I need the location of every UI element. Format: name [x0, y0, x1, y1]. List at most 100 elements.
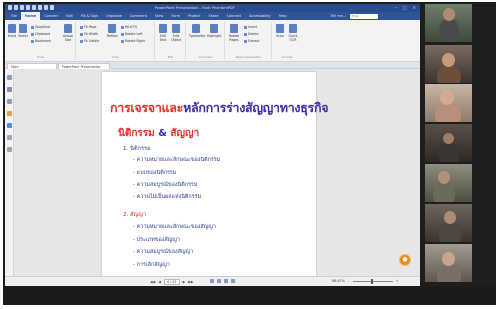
ribbon-group-page-organization: Rotate Pages Insert Delete Extract Page … — [226, 22, 272, 60]
zoom-select[interactable]: 66.67% — [121, 25, 137, 29]
fit-visible-icon — [80, 39, 83, 43]
bookmark-icon[interactable] — [7, 87, 12, 92]
navigation-panel — [5, 69, 14, 286]
tab-form[interactable]: Form — [167, 12, 184, 20]
undo-icon[interactable] — [32, 5, 36, 10]
tab-edit[interactable]: Edit — [62, 12, 77, 20]
camera-icon — [31, 25, 34, 29]
bookmark-icon — [31, 39, 34, 43]
zoom-out-icon[interactable]: – — [348, 279, 350, 283]
fit-page-button[interactable]: Fit Page — [80, 25, 96, 29]
next-page-icon[interactable]: ▶ — [183, 280, 186, 284]
page-number-input[interactable]: 4 / 41 — [163, 279, 180, 285]
rotate-right-button[interactable]: Rotate Right — [121, 39, 145, 43]
attachment-icon[interactable] — [7, 135, 12, 140]
zoom-slider-handle[interactable] — [370, 278, 373, 284]
close-icon[interactable]: × — [413, 5, 416, 10]
window-controls: – □ × — [395, 5, 416, 10]
tab-share[interactable]: Share — [204, 12, 222, 20]
print-icon[interactable] — [26, 5, 30, 10]
ribbon-toolbar: Hand Select SnapShot Clipboard Bookmark … — [5, 20, 420, 62]
last-page-icon[interactable]: ▶▶ — [188, 280, 193, 284]
fit-width-button[interactable]: Fit Width — [80, 32, 98, 36]
select-icon[interactable] — [50, 5, 54, 10]
rotate-left-icon — [121, 32, 124, 36]
tab-help[interactable]: Help — [275, 12, 291, 20]
tab-file[interactable]: File — [7, 12, 21, 20]
signature-icon[interactable] — [7, 147, 12, 152]
edit-text-button[interactable]: Edit Text — [158, 24, 168, 42]
edit-object-button[interactable]: Edit Object — [171, 24, 181, 42]
tab-accessibility[interactable]: Accessibility — [245, 12, 275, 20]
clipboard-button[interactable]: Clipboard — [31, 32, 50, 36]
extract-icon — [244, 39, 247, 43]
tab-comment[interactable]: Comment — [126, 12, 151, 20]
slide-title: การเจรจาและหลักการร่างสัญญาทางธุรกิจ — [110, 98, 329, 118]
tab-protect[interactable]: Protect — [184, 12, 204, 20]
bullet-item: - ประเภทของสัญญา — [133, 237, 180, 243]
group-label-convert: Convert — [281, 55, 293, 59]
tab-organize[interactable]: Organize — [102, 12, 126, 20]
single-page-icon[interactable] — [210, 279, 214, 283]
insert-button[interactable]: Insert — [244, 25, 257, 29]
continuous-facing-icon[interactable] — [231, 279, 235, 283]
extract-button[interactable]: Extract — [244, 39, 259, 43]
slide-title-part1: การเจรจาและ — [110, 100, 184, 115]
participant-tile[interactable] — [425, 84, 472, 122]
maximize-icon[interactable]: □ — [403, 5, 407, 10]
tab-view[interactable]: View — [151, 12, 167, 20]
participant-tile[interactable] — [425, 204, 472, 242]
continuous-icon[interactable] — [217, 279, 221, 283]
rotate-pages-button[interactable]: Rotate Pages — [228, 24, 240, 42]
redo-icon[interactable] — [38, 5, 42, 10]
edit-object-icon — [172, 24, 180, 33]
prev-page-icon[interactable]: ◀ — [158, 280, 161, 284]
zoom-in-icon[interactable]: + — [396, 279, 399, 283]
pages-icon[interactable] — [7, 99, 12, 104]
comment-icon[interactable] — [7, 111, 12, 116]
clipboard-icon — [31, 32, 34, 36]
typewriter-button[interactable]: Typewriter — [189, 24, 206, 38]
window-title: PowerPoint Presentation - Foxit PhantomP… — [155, 6, 235, 10]
hand-icon[interactable] — [44, 5, 48, 10]
delete-button[interactable]: Delete — [244, 32, 258, 36]
tab-fill-sign[interactable]: Fill & Sign — [77, 12, 102, 20]
tell-me-search[interactable]: Tell me... — [331, 14, 347, 18]
minimize-icon[interactable]: – — [395, 5, 397, 10]
snapshot-button[interactable]: SnapShot — [31, 25, 50, 29]
tab-home[interactable]: Home — [20, 12, 41, 20]
zoom-value[interactable]: 66.67% — [332, 279, 345, 283]
layers-icon[interactable] — [7, 123, 12, 128]
actual-size-button[interactable]: Actual Size — [62, 24, 74, 42]
zoom-slider[interactable] — [352, 278, 393, 284]
participant-tile[interactable] — [425, 164, 472, 202]
participant-tile[interactable] — [425, 244, 472, 282]
tab-convert[interactable]: Convert — [40, 12, 62, 20]
quick-ocr-button[interactable]: Quick OCR — [287, 24, 299, 42]
find-input[interactable]: Find — [350, 13, 379, 19]
hand-button[interactable]: Hand — [7, 24, 17, 38]
group-label-view: View — [112, 55, 119, 59]
facing-icon[interactable] — [224, 279, 228, 283]
tab-connect[interactable]: Connect — [223, 12, 245, 20]
participant-tile[interactable] — [425, 4, 472, 42]
bullet-item: - ความหมายและลักษณะของนิติกรรม — [133, 157, 221, 163]
highlight-button[interactable]: Highlight — [207, 24, 221, 38]
section-heading: 2. สัญญา — [123, 212, 147, 218]
select-button[interactable]: Select — [18, 24, 28, 38]
scan-button[interactable]: Scan — [275, 24, 285, 38]
fit-visible-button[interactable]: Fit Visible — [80, 39, 99, 43]
reflow-button[interactable]: Reflow — [107, 24, 118, 38]
speaker-badge-icon[interactable]: ● — [399, 254, 411, 266]
participant-tile[interactable] — [425, 45, 472, 83]
open-icon[interactable] — [14, 5, 18, 10]
section-heading: 1. นิติกรรม — [123, 146, 151, 152]
first-page-icon[interactable]: ◀◀ — [150, 280, 155, 284]
bookmark-button[interactable]: Bookmark — [31, 39, 51, 43]
hand-icon[interactable] — [7, 75, 12, 80]
participant-tile[interactable] — [425, 124, 472, 162]
document-viewport[interactable]: การเจรจาและหลักการร่างสัญญาทางธุรกิจ นิต… — [14, 69, 420, 276]
rotate-left-button[interactable]: Rotate Left — [121, 32, 142, 36]
save-icon[interactable] — [20, 5, 24, 10]
ocr-icon — [289, 24, 297, 33]
